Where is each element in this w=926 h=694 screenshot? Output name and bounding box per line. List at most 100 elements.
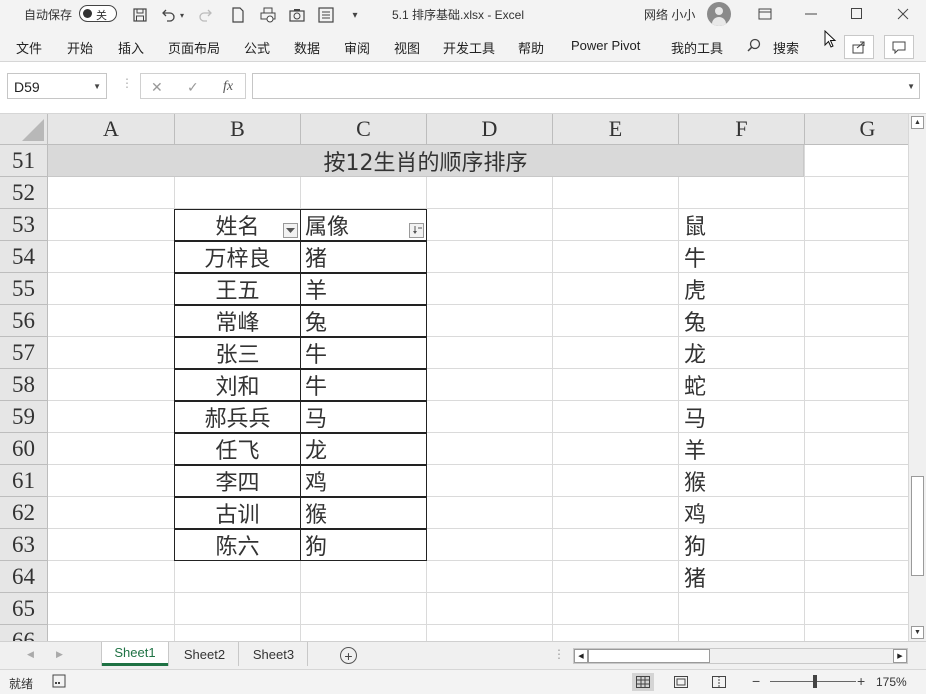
cell[interactable] (553, 433, 679, 465)
column-header-f[interactable]: F (679, 114, 805, 145)
cell[interactable] (553, 305, 679, 337)
cell[interactable] (48, 369, 175, 401)
cell[interactable] (301, 561, 427, 593)
scroll-down-icon[interactable]: ▼ (911, 626, 924, 639)
cell[interactable] (805, 401, 908, 433)
table-cell-name[interactable]: 张三 (174, 337, 301, 369)
row-header-66[interactable]: 66 (0, 625, 48, 641)
cell[interactable] (553, 209, 679, 241)
cell[interactable] (175, 593, 301, 625)
cell[interactable] (427, 433, 553, 465)
column-header-b[interactable]: B (175, 114, 301, 145)
cell[interactable] (48, 209, 175, 241)
cell[interactable] (175, 625, 301, 641)
table-cell-name[interactable]: 郝兵兵 (174, 401, 301, 433)
cell[interactable] (427, 465, 553, 497)
column-header-a[interactable]: A (48, 114, 175, 145)
tab-formulas[interactable]: 公式 (244, 38, 270, 57)
sheet-title-cell[interactable]: 按12生肖的顺序排序 (48, 145, 804, 177)
table-cell-zodiac[interactable]: 狗 (300, 529, 427, 561)
table-cell-name[interactable]: 常峰 (174, 305, 301, 337)
cell[interactable] (48, 625, 175, 641)
cell[interactable] (553, 465, 679, 497)
zodiac-order-cell[interactable]: 猴 (679, 465, 805, 497)
table-cell-zodiac[interactable]: 牛 (300, 369, 427, 401)
cell[interactable] (427, 209, 553, 241)
comments-icon[interactable] (884, 35, 914, 59)
column-header-g[interactable]: G (805, 114, 908, 145)
zodiac-order-cell[interactable]: 鸡 (679, 497, 805, 529)
row-header-62[interactable]: 62 (0, 497, 48, 529)
sheet-tab-sheet2[interactable]: Sheet2 (171, 642, 239, 666)
cell[interactable] (805, 209, 908, 241)
autosave-toggle[interactable]: 关 (79, 5, 117, 22)
name-box[interactable]: D59 ▼ (7, 73, 107, 99)
select-all-button[interactable] (0, 114, 48, 145)
column-header-e[interactable]: E (553, 114, 679, 145)
tab-file[interactable]: 文件 (16, 38, 42, 57)
zodiac-order-cell[interactable]: 猪 (679, 561, 805, 593)
cell[interactable] (427, 241, 553, 273)
cell[interactable] (427, 401, 553, 433)
cell[interactable] (553, 241, 679, 273)
tab-developer[interactable]: 开发工具 (443, 38, 495, 57)
tab-help[interactable]: 帮助 (518, 38, 544, 57)
table-cell-zodiac[interactable]: 马 (300, 401, 427, 433)
normal-view-icon[interactable] (632, 673, 654, 691)
cell[interactable] (805, 273, 908, 305)
table-cell-zodiac[interactable]: 猴 (300, 497, 427, 529)
scroll-up-icon[interactable]: ▲ (911, 116, 924, 129)
table-cell-name[interactable]: 任飞 (174, 433, 301, 465)
table-cell-name[interactable]: 刘和 (174, 369, 301, 401)
page-layout-view-icon[interactable] (670, 673, 692, 691)
sheet-tab-sheet3[interactable]: Sheet3 (240, 642, 308, 666)
horizontal-scrollbar[interactable]: ◀ ▶ (573, 648, 908, 664)
zodiac-order-cell[interactable]: 马 (679, 401, 805, 433)
row-header-58[interactable]: 58 (0, 369, 48, 401)
row-header-60[interactable]: 60 (0, 433, 48, 465)
cell[interactable] (301, 177, 427, 209)
zodiac-order-cell[interactable]: 牛 (679, 241, 805, 273)
row-header-54[interactable]: 54 (0, 241, 48, 273)
cell[interactable] (805, 337, 908, 369)
cell[interactable] (427, 369, 553, 401)
cell[interactable] (553, 401, 679, 433)
row-header-57[interactable]: 57 (0, 337, 48, 369)
zodiac-order-cell[interactable]: 狗 (679, 529, 805, 561)
cell[interactable] (553, 337, 679, 369)
row-header-51[interactable]: 51 (0, 145, 48, 177)
zoom-out-icon[interactable]: − (752, 673, 760, 689)
table-cell-name[interactable]: 陈六 (174, 529, 301, 561)
table-header-zodiac[interactable]: 属像 (300, 209, 427, 241)
column-header-c[interactable]: C (301, 114, 427, 145)
customize-qat-icon[interactable]: ▾ (345, 5, 365, 25)
cell[interactable] (427, 625, 553, 641)
cell[interactable] (427, 561, 553, 593)
search-label[interactable]: 搜索 (773, 38, 799, 57)
row-header-52[interactable]: 52 (0, 177, 48, 209)
cell[interactable] (48, 433, 175, 465)
cell[interactable] (427, 529, 553, 561)
zoom-in-icon[interactable]: + (857, 673, 865, 689)
cell[interactable] (48, 241, 175, 273)
user-name[interactable]: 网络 小小 (644, 6, 695, 23)
add-sheet-icon[interactable]: + (340, 647, 357, 664)
cell[interactable] (805, 369, 908, 401)
cell[interactable] (553, 369, 679, 401)
avatar[interactable] (707, 2, 731, 26)
zodiac-order-cell[interactable]: 蛇 (679, 369, 805, 401)
save-icon[interactable] (130, 5, 150, 25)
scroll-left-icon[interactable]: ◀ (574, 649, 588, 663)
cell[interactable] (679, 625, 805, 641)
row-header-65[interactable]: 65 (0, 593, 48, 625)
row-header-55[interactable]: 55 (0, 273, 48, 305)
row-header-53[interactable]: 53 (0, 209, 48, 241)
cell[interactable] (48, 401, 175, 433)
sort-custom-icon[interactable] (409, 223, 424, 238)
table-cell-zodiac[interactable]: 兔 (300, 305, 427, 337)
zodiac-order-cell[interactable]: 兔 (679, 305, 805, 337)
page-break-view-icon[interactable] (708, 673, 730, 691)
cell[interactable] (427, 593, 553, 625)
cell[interactable] (805, 465, 908, 497)
cell[interactable] (48, 529, 175, 561)
